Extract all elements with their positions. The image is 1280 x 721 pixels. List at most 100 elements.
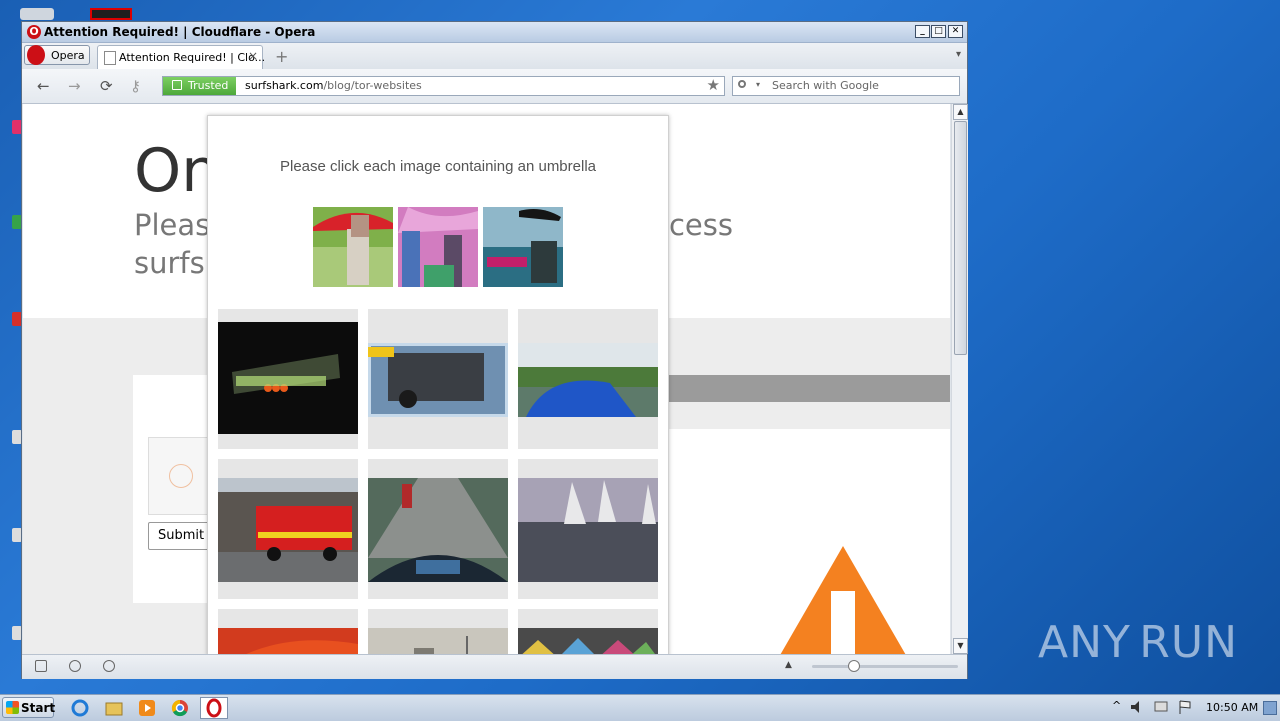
scroll-down-button[interactable]: ▼ [953, 638, 968, 654]
taskbar: Start ^ 10:50 AM [0, 694, 1280, 721]
scroll-up-button[interactable]: ▲ [953, 104, 968, 120]
trusted-badge[interactable]: Trusted [163, 77, 236, 95]
url-host: surfshark.com [245, 79, 323, 92]
scroll-thumb[interactable] [954, 121, 967, 355]
desktop-app-icon[interactable] [90, 8, 132, 20]
page-icon [104, 51, 116, 65]
opera-unite-icon[interactable] [69, 660, 81, 672]
trusted-label: Trusted [188, 79, 228, 92]
navigation-toolbar: ← → ⟳ ⚷ Trusted surfshark.com/blog/tor-w… [22, 69, 967, 104]
watermark-run: RUN [1139, 617, 1238, 668]
zoom-slider[interactable] [812, 665, 958, 668]
clock[interactable]: 10:50 AM [1206, 701, 1258, 714]
forward-button[interactable]: → [68, 77, 81, 95]
tab-bar: Opera Attention Required! | Clo... × + ▾ [22, 43, 967, 69]
search-placeholder: Search with Google [772, 79, 879, 92]
back-button[interactable]: ← [37, 77, 50, 95]
tab-list-dropdown-icon[interactable]: ▾ [956, 49, 961, 60]
key-icon[interactable]: ⚷ [130, 77, 141, 95]
file-explorer-icon[interactable] [104, 698, 124, 718]
windows-logo-icon [6, 701, 19, 714]
watermark-any: ANY [1038, 617, 1131, 668]
search-box[interactable]: ▾ Search with Google [732, 76, 960, 96]
captcha-checkbox[interactable] [148, 437, 210, 515]
zoom-up-icon[interactable]: ▲ [785, 660, 792, 670]
new-tab-button[interactable]: + [275, 47, 288, 66]
captcha-tile-3[interactable] [518, 309, 658, 449]
start-label: Start [21, 701, 55, 715]
tile-photo [518, 628, 658, 654]
captcha-prompt: Please click each image containing an um… [208, 158, 668, 175]
captcha-tile-6[interactable] [518, 459, 658, 599]
tray-expand-icon[interactable]: ^ [1112, 699, 1121, 712]
opera-logo-icon [27, 45, 45, 65]
recycle-bin-icon[interactable] [20, 8, 54, 20]
turbo-icon[interactable] [103, 660, 115, 672]
example-image-2 [398, 207, 478, 287]
tab-label: Attention Required! | Clo... [119, 51, 265, 64]
example-image-1 [313, 207, 393, 287]
example-image-3 [483, 207, 563, 287]
page-viewport: On Pleas surfsh ccess Submit Please clic… [23, 104, 950, 654]
vertical-scrollbar[interactable]: ▲ ▼ [951, 104, 968, 654]
warning-icon [768, 546, 918, 654]
tab-attention-required[interactable]: Attention Required! | Clo... × [97, 45, 263, 69]
browser-window: O Attention Required! | Cloudflare - Ope… [21, 21, 968, 679]
tile-photo [518, 478, 658, 582]
minimize-button[interactable]: _ [915, 25, 930, 38]
captcha-challenge: Please click each image containing an um… [207, 115, 669, 654]
tile-photo [218, 628, 358, 654]
chrome-icon[interactable] [170, 698, 190, 718]
opera-menu-label: Opera [51, 49, 85, 62]
bookmark-star-icon[interactable]: ★ [707, 76, 720, 94]
captcha-tile-9[interactable] [518, 609, 658, 654]
captcha-tile-2[interactable] [368, 309, 508, 449]
network-icon[interactable] [1153, 699, 1169, 715]
lock-icon [172, 80, 182, 90]
captcha-tile-7[interactable] [218, 609, 358, 654]
desktop-icons-strip [0, 0, 22, 690]
reload-button[interactable]: ⟳ [100, 77, 113, 95]
opera-logo-icon: O [27, 25, 41, 39]
captcha-tile-1[interactable] [218, 309, 358, 449]
spinner-icon [169, 464, 193, 488]
tile-photo [368, 343, 508, 417]
opera-logo-icon [201, 698, 227, 718]
start-button[interactable]: Start [2, 697, 54, 718]
opera-menu-button[interactable]: Opera [24, 45, 90, 65]
volume-icon[interactable] [1129, 700, 1145, 714]
example-umbrella-photo [398, 207, 478, 287]
page-subtitle-line1: Pleas [134, 208, 210, 242]
tile-photo [218, 478, 358, 582]
tile-photo [368, 628, 508, 654]
tile-photo [518, 343, 658, 417]
zoom-slider-handle[interactable] [848, 660, 860, 672]
maximize-button[interactable]: □ [931, 25, 946, 38]
captcha-tile-5[interactable] [368, 459, 508, 599]
address-bar[interactable]: Trusted surfshark.com/blog/tor-websites … [162, 76, 725, 96]
captcha-tile-8[interactable] [368, 609, 508, 654]
captcha-tile-4[interactable] [218, 459, 358, 599]
panel-toggle-icon[interactable] [35, 660, 47, 672]
submit-label: Submit [158, 528, 204, 543]
anyrun-watermark: ANY RUN [1038, 612, 1238, 672]
close-button[interactable]: ✕ [948, 25, 963, 38]
page-tab-band [663, 375, 950, 402]
media-player-icon[interactable] [137, 698, 157, 718]
window-title: Attention Required! | Cloudflare - Opera [44, 25, 315, 39]
show-desktop-button[interactable] [1263, 701, 1277, 715]
internet-explorer-icon[interactable] [70, 698, 90, 718]
opera-taskbar-button[interactable] [200, 697, 228, 719]
search-icon [738, 80, 746, 88]
tile-photo [218, 322, 358, 434]
tab-close-icon[interactable]: × [248, 49, 258, 63]
example-umbrella-photo [313, 207, 393, 287]
action-center-flag-icon[interactable] [1177, 699, 1193, 715]
url-text[interactable]: surfshark.com/blog/tor-websites [245, 79, 422, 92]
submit-button[interactable]: Submit [148, 522, 212, 550]
tile-photo [368, 478, 508, 582]
title-bar[interactable]: O Attention Required! | Cloudflare - Ope… [22, 22, 967, 43]
search-engine-dropdown-icon[interactable]: ▾ [756, 80, 760, 89]
status-bar: ▲ [22, 654, 967, 679]
example-umbrella-photo [483, 207, 563, 287]
